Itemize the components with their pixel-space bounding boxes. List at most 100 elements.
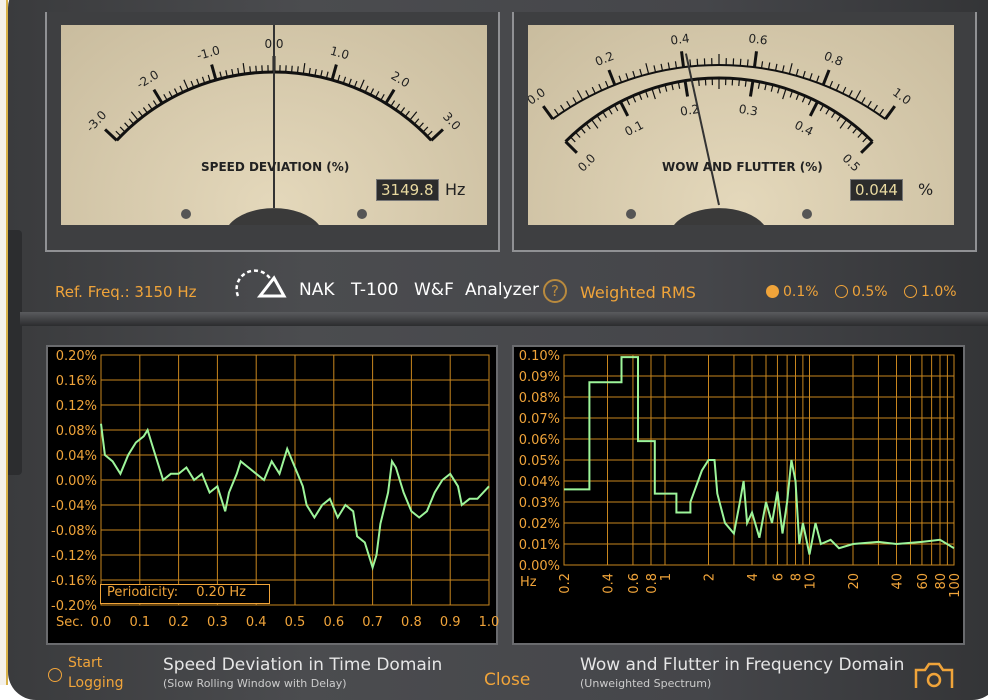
meter-tick xyxy=(614,105,617,111)
meter-tick xyxy=(853,128,857,133)
meter-label: 1.0 xyxy=(890,85,914,108)
meter-tick xyxy=(783,89,786,99)
meter-tick xyxy=(863,137,868,142)
meter-tick xyxy=(164,94,167,100)
meter-tick xyxy=(697,59,698,66)
meter-tick xyxy=(575,132,580,137)
panel-divider xyxy=(20,312,988,326)
meter-tick xyxy=(566,142,577,153)
speed-meter-title: SPEED DEVIATION (%) xyxy=(201,160,349,174)
meter-tick xyxy=(675,61,676,68)
meter-tick xyxy=(820,105,823,111)
meter-tick xyxy=(855,90,860,100)
speed-meter: -3.0-2.0-1.00.01.02.03.0 SPEED DEVIATION… xyxy=(45,12,500,252)
meter-tick xyxy=(381,94,384,100)
meter-tick xyxy=(740,59,741,66)
meter-tick xyxy=(120,127,125,132)
y-tick-label: 0.02% xyxy=(519,517,560,532)
meter-label: 0.1 xyxy=(622,118,645,139)
meter-tick xyxy=(668,62,669,69)
meter-label: 0.0 xyxy=(575,151,598,174)
x-tick-label: 4 xyxy=(746,573,761,581)
y-tick-label: 0.10% xyxy=(519,349,560,364)
meter-tick xyxy=(868,101,872,107)
meter-label: 0.0 xyxy=(528,85,548,108)
meter-tick xyxy=(561,105,565,111)
meter-tick xyxy=(105,129,117,140)
close-button[interactable]: Close xyxy=(484,670,530,690)
meter-tick xyxy=(116,131,121,136)
meter-tick xyxy=(640,69,642,76)
meter-tick xyxy=(603,112,607,118)
range-option[interactable]: 1.0% xyxy=(904,284,957,300)
meter-tick xyxy=(626,73,628,80)
meter-label: 0.4 xyxy=(792,118,815,139)
meter-tick xyxy=(682,51,684,67)
y-tick-label: 0.04% xyxy=(519,475,560,490)
side-tab xyxy=(8,230,22,475)
meter-tick xyxy=(400,107,404,113)
x-tick-label: 0.8 xyxy=(401,615,422,630)
data-trace xyxy=(564,357,954,554)
periodicity-value: 0.20 Hz xyxy=(196,585,246,600)
meter-tick xyxy=(131,112,138,121)
x-tick-label: 40 xyxy=(890,573,905,590)
start-label[interactable]: Start xyxy=(68,655,102,671)
logging-label[interactable]: Logging xyxy=(68,675,124,691)
help-button[interactable]: ? xyxy=(543,279,567,303)
meter-label: 0.6 xyxy=(748,31,769,47)
needle-pivot xyxy=(229,208,319,225)
meter-tick xyxy=(762,61,763,68)
meter-tick xyxy=(609,108,613,114)
meter-tick xyxy=(431,129,443,140)
meter-tick xyxy=(303,63,304,74)
meter-label: -1.0 xyxy=(195,43,221,63)
radio-icon xyxy=(904,285,917,298)
x-tick-label: 0.0 xyxy=(91,615,112,630)
meter-tick xyxy=(423,127,428,132)
meter-tick xyxy=(862,97,866,103)
meter-tick xyxy=(832,112,836,118)
meter-tick xyxy=(849,90,852,96)
meter-tick xyxy=(184,80,188,90)
meter-tick xyxy=(554,109,558,115)
x-tick-label: 2 xyxy=(702,573,717,581)
meter-tick xyxy=(577,90,582,100)
meter-tick xyxy=(620,102,627,116)
meter-tick xyxy=(405,111,409,117)
meter-tick xyxy=(747,59,748,66)
meter-tick xyxy=(874,105,878,111)
frequency-unit: Hz xyxy=(445,180,465,199)
meter-tick xyxy=(586,124,590,130)
meter-tick xyxy=(573,97,577,103)
time-chart-title: Speed Deviation in Time Domain xyxy=(163,655,442,675)
range-option[interactable]: 0.1% xyxy=(766,284,819,300)
camera-icon[interactable] xyxy=(913,660,955,690)
meter-tick xyxy=(376,91,379,97)
mode-label: Weighted RMS xyxy=(580,283,696,302)
meter-tick xyxy=(419,123,424,128)
meter-tick xyxy=(139,111,143,117)
meter-tick xyxy=(817,76,819,83)
meter-tick xyxy=(830,81,833,87)
range-option[interactable]: 0.5% xyxy=(835,284,888,300)
meter-tick xyxy=(599,84,602,90)
x-tick-label: 0.8 xyxy=(645,573,660,594)
y-tick-label: 0.03% xyxy=(519,496,560,511)
radio-icon xyxy=(766,285,779,298)
nak-logo-icon xyxy=(232,268,290,300)
wf-label: W&F xyxy=(414,280,454,300)
start-logging-radio[interactable] xyxy=(48,668,62,682)
meter-tick xyxy=(796,69,798,76)
meter-tick xyxy=(606,81,609,87)
meter-tick xyxy=(174,89,177,95)
needle-pivot xyxy=(674,208,764,225)
x-tick-label: 80 xyxy=(934,573,949,590)
x-tick-label: 0.6 xyxy=(627,573,642,594)
meter-tick xyxy=(803,71,805,78)
meter-tick xyxy=(570,137,575,142)
meter-tick xyxy=(836,84,839,90)
y-tick-label: 0.05% xyxy=(519,454,560,469)
meter-tick xyxy=(543,106,552,119)
meter-tick xyxy=(250,66,251,73)
